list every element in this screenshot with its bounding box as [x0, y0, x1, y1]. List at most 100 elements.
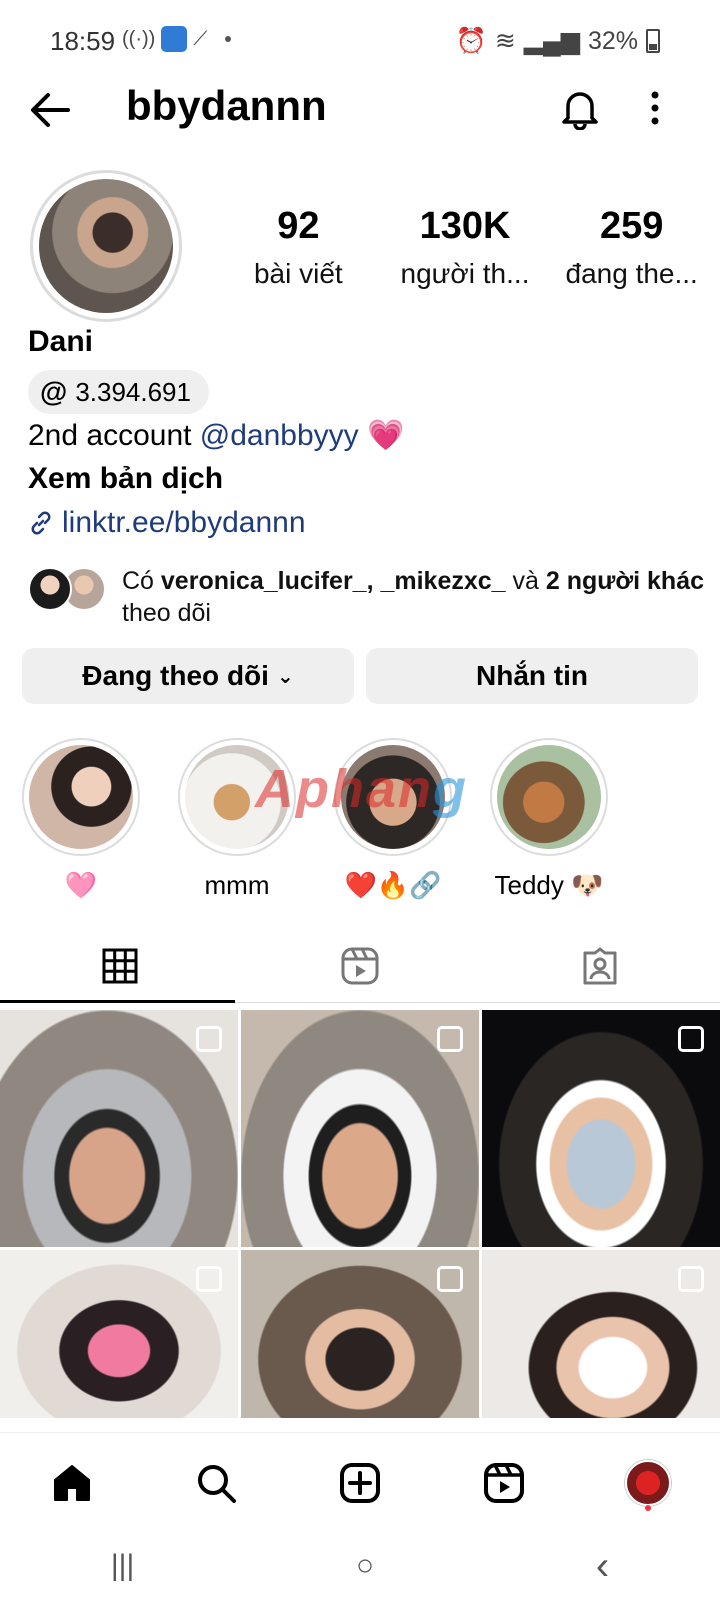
- mutual-avatar: [28, 567, 72, 611]
- create-icon: [340, 1462, 380, 1503]
- post-thumbnail[interactable]: [0, 1010, 238, 1247]
- tab-posts-grid[interactable]: [0, 930, 240, 1002]
- threads-badge[interactable]: @ 3.394.691: [28, 370, 209, 414]
- profile-avatar-ring[interactable]: [30, 170, 182, 322]
- profile-avatar-icon: [625, 1459, 671, 1506]
- status-time: 18:59: [50, 26, 116, 56]
- followed-by-suffix: theo dõi: [122, 599, 211, 627]
- stat-followers-label: người th...: [400, 258, 530, 289]
- profile-avatar: [39, 179, 173, 313]
- stat-following[interactable]: 259 đang the...: [548, 205, 715, 290]
- back-icon[interactable]: ‹: [596, 1544, 609, 1589]
- nav-profile[interactable]: [618, 1453, 678, 1513]
- more-options-icon[interactable]: [650, 90, 660, 126]
- watermark-part1: Aphan: [255, 759, 433, 819]
- bell-icon[interactable]: [560, 86, 600, 130]
- home-button-icon[interactable]: ○: [356, 1549, 374, 1583]
- nav-search[interactable]: [186, 1453, 246, 1513]
- followed-by-middle: và: [505, 567, 546, 595]
- carousel-icon: [196, 1026, 222, 1052]
- stat-following-label: đang the...: [565, 258, 698, 289]
- notification-dot-icon: [225, 36, 232, 42]
- bio-heart-emoji: 💗: [367, 419, 405, 452]
- highlight-cover: [29, 745, 133, 849]
- bio-text: 2nd account: [28, 419, 200, 452]
- nav-create[interactable]: [330, 1453, 390, 1513]
- followed-by[interactable]: Có veronica_lucifer_, _mikezxc_ và 2 ngư…: [28, 565, 708, 629]
- stat-followers-value: 130K: [419, 205, 511, 247]
- following-button-label: Đang theo dõi: [82, 660, 269, 691]
- wifi-icon: ≋: [494, 27, 516, 55]
- battery-icon: [646, 29, 660, 53]
- tab-reels[interactable]: [240, 930, 480, 1002]
- post-thumbnail[interactable]: [482, 1010, 720, 1247]
- status-bar: 18:59 ((·)) ⟋ ⏰ ≋ ▂▄▆ 32%: [0, 0, 720, 80]
- wifi-calling-icon: [161, 26, 188, 52]
- back-arrow-icon[interactable]: [28, 90, 72, 130]
- reels-icon: [484, 1462, 524, 1503]
- battery-percent: 32%: [587, 26, 638, 55]
- highlight-label: Teddy 🐶: [494, 870, 604, 900]
- recents-icon[interactable]: |||: [111, 1549, 134, 1583]
- signal-icon: ▂▄▆: [523, 27, 580, 55]
- grid-icon: [102, 948, 138, 984]
- profile-username: bbydannn: [126, 82, 327, 129]
- highlight-item[interactable]: 🩷: [22, 738, 140, 901]
- bio: 2nd account @danbbyyy 💗: [28, 418, 404, 453]
- bio-mention-link[interactable]: @danbbyyy: [200, 419, 359, 452]
- followed-by-names: veronica_lucifer_, _mikezxc_: [160, 567, 506, 595]
- reels-icon: [341, 947, 379, 985]
- display-name: Dani: [28, 325, 94, 358]
- highlight-ring: [490, 738, 608, 856]
- carousel-icon: [437, 1266, 463, 1292]
- profile-tabs: [0, 930, 720, 1002]
- posts-grid: [0, 1010, 720, 1418]
- post-thumbnail[interactable]: [482, 1250, 720, 1418]
- highlight-ring: [22, 738, 140, 856]
- carousel-icon: [196, 1266, 222, 1292]
- carousel-icon: [678, 1266, 704, 1292]
- post-thumbnail[interactable]: [241, 1250, 479, 1418]
- watermark-part2: g: [433, 759, 468, 819]
- mutual-avatars: [28, 565, 108, 613]
- message-button[interactable]: Nhắn tin: [366, 648, 698, 704]
- system-navigation-bar: ||| ○ ‹: [0, 1532, 720, 1600]
- stat-following-value: 259: [599, 205, 664, 247]
- carousel-icon: [437, 1026, 463, 1052]
- followed-by-prefix: Có: [122, 567, 161, 595]
- highlight-label: 🩷: [64, 870, 98, 900]
- nav-home[interactable]: [42, 1453, 102, 1513]
- followed-by-others: 2 người khác: [545, 567, 705, 595]
- highlight-label: ❤️🔥🔗: [344, 870, 442, 900]
- tab-tagged[interactable]: [480, 930, 720, 1002]
- stat-followers[interactable]: 130K người th...: [382, 205, 549, 290]
- highlight-label: mmm: [204, 870, 270, 900]
- bottom-navigation: [0, 1432, 720, 1532]
- notification-dot: [645, 1504, 651, 1511]
- hotspot-icon: ((·)): [122, 27, 156, 50]
- nav-reels[interactable]: [474, 1453, 534, 1513]
- threads-count: 3.394.691: [75, 376, 191, 407]
- stat-posts-value: 92: [277, 205, 320, 247]
- stat-posts-label: bài viết: [253, 258, 343, 289]
- following-button[interactable]: Đang theo dõi ⌄: [22, 648, 354, 704]
- stat-posts[interactable]: 92 bài viết: [215, 205, 382, 290]
- followed-by-text: Có veronica_lucifer_, _mikezxc_ và 2 ngư…: [122, 565, 708, 629]
- alarm-icon: ⏰: [455, 26, 487, 55]
- search-icon: [198, 1464, 236, 1503]
- magic-wand-icon: ⟋: [193, 27, 208, 50]
- home-icon: [54, 1464, 90, 1501]
- chevron-down-icon: ⌄: [276, 665, 294, 688]
- post-thumbnail[interactable]: [0, 1250, 238, 1418]
- active-tab-indicator: [0, 1000, 235, 1003]
- see-translation-link[interactable]: Xem bản dịch: [28, 462, 223, 496]
- highlight-item[interactable]: Teddy 🐶: [490, 738, 608, 901]
- profile-stats: 92 bài viết 130K người th... 259 đang th…: [215, 205, 715, 290]
- profile-header: bbydannn: [0, 80, 720, 140]
- highlight-cover: [497, 745, 601, 849]
- watermark-logo: Aphang: [255, 758, 468, 820]
- tagged-icon: [583, 947, 617, 985]
- carousel-icon: [678, 1026, 704, 1052]
- external-link[interactable]: linktr.ee/bbydannn: [28, 506, 306, 540]
- post-thumbnail[interactable]: [241, 1010, 479, 1247]
